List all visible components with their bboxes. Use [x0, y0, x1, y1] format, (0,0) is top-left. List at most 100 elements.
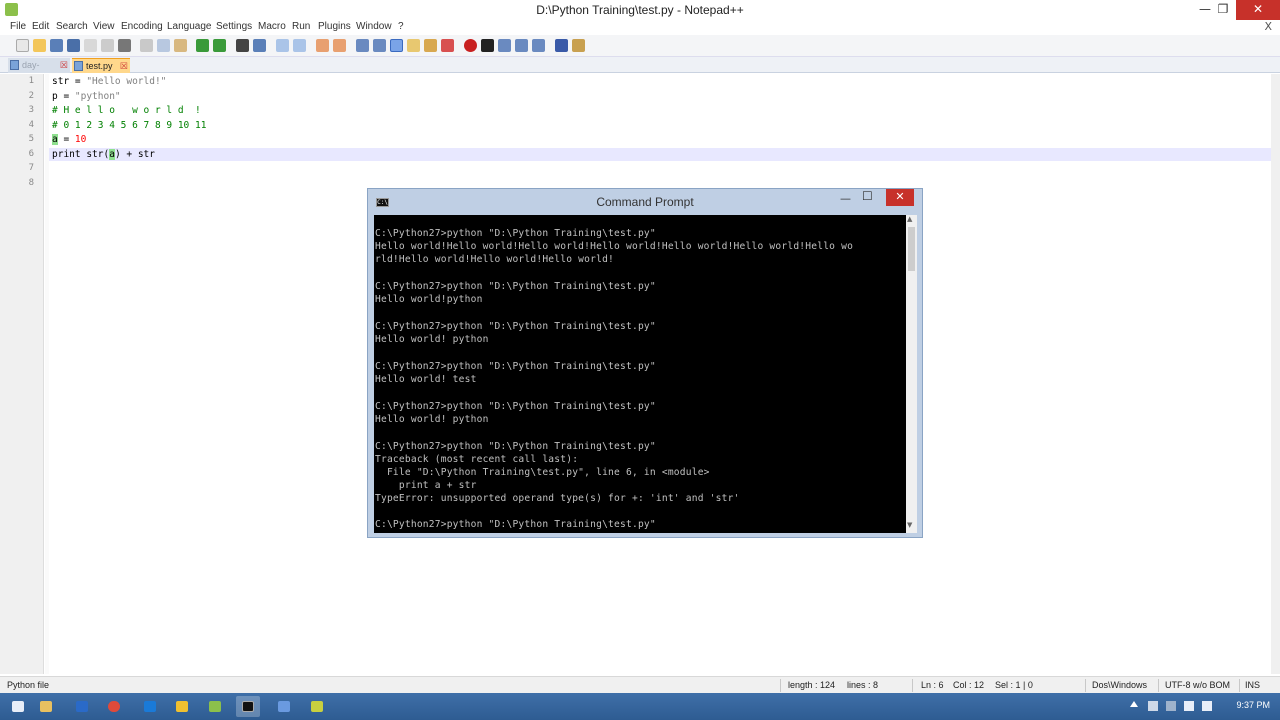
line-number: 3: [28, 105, 34, 115]
scroll-up-icon[interactable]: ▲: [907, 215, 912, 223]
menu-macro[interactable]: Macro: [258, 21, 286, 32]
menu-run[interactable]: Run: [292, 21, 310, 32]
cut-icon[interactable]: [140, 39, 153, 52]
zoom-out-icon[interactable]: [293, 39, 306, 52]
status-mode: INS: [1245, 680, 1261, 690]
scroll-thumb[interactable]: [908, 227, 915, 271]
line-number: 2: [28, 91, 34, 101]
folder-icon: [176, 701, 188, 712]
console-output[interactable]: C:\Python27>python "D:\Python Training\t…: [374, 215, 906, 533]
tab-close-icon[interactable]: ☒: [120, 59, 128, 73]
show-all-chars-icon[interactable]: [373, 39, 386, 52]
menu-edit[interactable]: Edit: [32, 21, 49, 32]
cmd-maximize-button[interactable]: ☐: [862, 189, 873, 203]
indent-guide-icon[interactable]: [390, 39, 403, 52]
console-line: Hello world! python: [375, 414, 489, 425]
menu-search[interactable]: Search: [56, 21, 88, 32]
tab-close-icon[interactable]: ☒: [60, 58, 68, 72]
command-prompt-window[interactable]: C:\ Command Prompt — ☐ ✕ C:\Python27>pyt…: [367, 188, 923, 538]
outlook-icon: [76, 701, 88, 712]
status-bar: Python file length : 124 lines : 8 Ln : …: [0, 676, 1280, 693]
menu-settings[interactable]: Settings: [216, 21, 252, 32]
console-line: Traceback (most recent call last):: [375, 454, 579, 465]
cmd-close-button[interactable]: ✕: [886, 189, 914, 206]
taskbar-chrome[interactable]: [102, 696, 126, 717]
taskbar-python[interactable]: [305, 696, 329, 717]
menu-window[interactable]: Window: [356, 21, 392, 32]
close-all-icon[interactable]: [101, 39, 114, 52]
code-line-6: print str(a) + str: [52, 149, 155, 160]
user-language-icon[interactable]: [407, 39, 420, 52]
code-line-4: # 0 1 2 3 4 5 6 7 8 9 10 11: [52, 120, 207, 131]
redo-icon[interactable]: [213, 39, 226, 52]
word-wrap-icon[interactable]: [356, 39, 369, 52]
menu-help[interactable]: ?: [398, 21, 404, 32]
maximize-button[interactable]: ❐: [1208, 0, 1238, 20]
menu-encoding[interactable]: Encoding: [121, 21, 163, 32]
run-macro-multiple-icon[interactable]: [515, 39, 528, 52]
play-macro-icon[interactable]: [498, 39, 511, 52]
status-separator: [912, 679, 913, 692]
taskbar-lync[interactable]: [138, 696, 162, 717]
status-lines: lines : 8: [847, 680, 879, 690]
cmd-minimize-button[interactable]: —: [840, 192, 851, 205]
tab-test-py[interactable]: test.py ☒: [72, 58, 130, 73]
line-number: 5: [28, 134, 34, 144]
save-icon[interactable]: [50, 39, 63, 52]
network-status-icon[interactable]: [1184, 701, 1194, 711]
notepadpp-icon: [209, 701, 221, 712]
status-col: Col : 12: [953, 680, 985, 690]
taskbar-explorer[interactable]: [34, 696, 58, 717]
title-bar: D:\Python Training\test.py - Notepad++ —…: [0, 0, 1280, 20]
sync-horizontal-icon[interactable]: [333, 39, 346, 52]
taskbar-outlook[interactable]: [70, 696, 94, 717]
console-line: Hello world! test: [375, 374, 477, 385]
console-line: rld!Hello world!Hello world!Hello world!: [375, 254, 615, 265]
start-button[interactable]: [6, 696, 30, 717]
status-separator: [1158, 679, 1159, 692]
function-list-icon[interactable]: [441, 39, 454, 52]
zoom-in-icon[interactable]: [276, 39, 289, 52]
save-macro-icon[interactable]: [532, 39, 545, 52]
console-line: C:\Python27>python "D:\Python Training\t…: [375, 441, 656, 452]
taskbar-clock[interactable]: 9:37 PM: [1236, 700, 1270, 710]
menu-plugins[interactable]: Plugins: [318, 21, 351, 32]
close-button[interactable]: ✕: [1236, 0, 1280, 20]
menu-view[interactable]: View: [93, 21, 115, 32]
close-document-button[interactable]: X: [1264, 20, 1272, 33]
undo-icon[interactable]: [196, 39, 209, 52]
taskbar-network[interactable]: [272, 696, 296, 717]
status-eol: Dos\Windows: [1092, 680, 1148, 690]
status-separator: [780, 679, 781, 692]
status-separator: [1239, 679, 1240, 692]
replace-icon[interactable]: [253, 39, 266, 52]
new-file-icon[interactable]: [16, 39, 29, 52]
save-all-icon[interactable]: [67, 39, 80, 52]
print-icon[interactable]: [118, 39, 131, 52]
taskbar-notepadpp[interactable]: [203, 696, 227, 717]
tab-day-1[interactable]: day-1.txt ☒: [8, 58, 70, 84]
open-file-icon[interactable]: [33, 39, 46, 52]
power-icon[interactable]: [1166, 701, 1176, 711]
status-file-type: Python file: [7, 680, 50, 690]
scroll-down-icon[interactable]: ▼: [907, 521, 912, 529]
show-hidden-icons-icon[interactable]: [1130, 701, 1138, 707]
taskbar-command-prompt[interactable]: [236, 696, 260, 717]
close-file-icon[interactable]: [84, 39, 97, 52]
plugin-icon[interactable]: [572, 39, 585, 52]
menu-language[interactable]: Language: [167, 21, 212, 32]
copy-icon[interactable]: [157, 39, 170, 52]
stop-macro-icon[interactable]: [481, 39, 494, 52]
paste-icon[interactable]: [174, 39, 187, 52]
menu-file[interactable]: File: [10, 21, 26, 32]
console-scrollbar[interactable]: ▲ ▼: [906, 215, 917, 533]
doc-map-icon[interactable]: [424, 39, 437, 52]
taskbar-folder[interactable]: [170, 696, 194, 717]
flag-icon[interactable]: [1148, 701, 1158, 711]
editor-scrollbar[interactable]: [1271, 74, 1280, 674]
spell-check-icon[interactable]: [555, 39, 568, 52]
find-icon[interactable]: [236, 39, 249, 52]
sync-vertical-icon[interactable]: [316, 39, 329, 52]
volume-icon[interactable]: [1202, 701, 1212, 711]
record-macro-icon[interactable]: [464, 39, 477, 52]
